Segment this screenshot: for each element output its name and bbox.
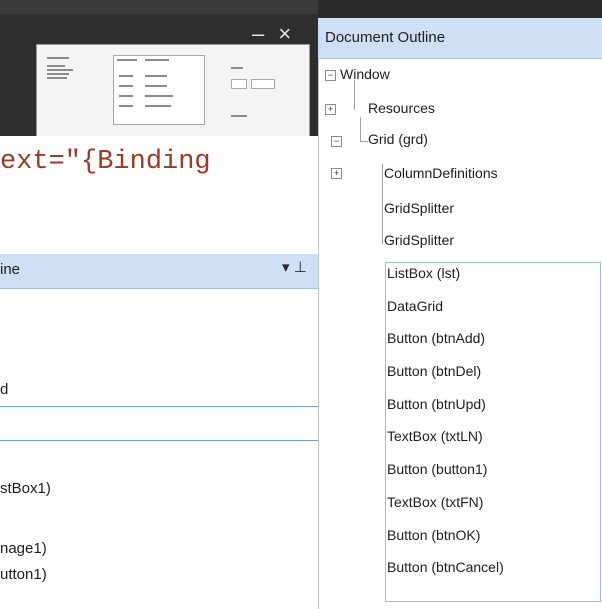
panel-title: ine xyxy=(0,261,21,278)
code-line: ext="{Binding xyxy=(0,147,211,177)
tree-connector xyxy=(354,80,355,110)
designer-preview[interactable] xyxy=(36,44,310,138)
collapse-icon[interactable]: − xyxy=(331,136,342,147)
tree-item-button[interactable]: Button (button1) xyxy=(387,461,487,477)
tree-item-button[interactable]: Button (btnAdd) xyxy=(387,330,485,346)
tree-item-textbox[interactable]: TextBox (txtFN) xyxy=(387,494,483,510)
pin-icon[interactable]: ▾ ⊥ xyxy=(282,258,307,276)
tree-item-datagrid[interactable]: DataGrid xyxy=(387,298,443,314)
window-controls[interactable]: – × xyxy=(252,22,306,46)
tree-item-button[interactable]: Button (btnOK) xyxy=(387,527,480,543)
tree-item-gridsplitter[interactable]: GridSplitter xyxy=(384,232,454,248)
tree-row[interactable]: utton1) xyxy=(0,566,47,583)
tree-row[interactable]: nage1) xyxy=(0,540,47,557)
tree-row[interactable]: stBox1) xyxy=(0,480,51,497)
tree-item-button[interactable]: Button (btnDel) xyxy=(387,363,481,379)
tree-item-listbox[interactable]: ListBox (lst) xyxy=(387,265,460,281)
collapse-icon[interactable]: − xyxy=(325,70,336,81)
title-strip xyxy=(0,0,318,14)
tree-connector xyxy=(360,141,368,142)
tree-item-button[interactable]: Button (btnCancel) xyxy=(387,559,504,575)
tree-item-textbox[interactable]: TextBox (txtLN) xyxy=(387,428,483,444)
tree-item-resources[interactable]: Resources xyxy=(368,100,435,116)
tree-row[interactable]: d xyxy=(0,381,8,398)
panel-title: Document Outline xyxy=(325,29,446,46)
tree-connector xyxy=(382,164,383,244)
tree-connector xyxy=(360,117,361,141)
tree-item-gridsplitter[interactable]: GridSplitter xyxy=(384,200,454,216)
expand-icon[interactable]: + xyxy=(331,168,342,179)
tree-item-grid[interactable]: Grid (grd) xyxy=(368,131,428,147)
tree-item-window[interactable]: Window xyxy=(340,66,390,82)
expand-icon[interactable]: + xyxy=(325,104,336,115)
tree-item-columndefinitions[interactable]: ColumnDefinitions xyxy=(384,165,498,181)
tree-item-button[interactable]: Button (btnUpd) xyxy=(387,396,486,412)
